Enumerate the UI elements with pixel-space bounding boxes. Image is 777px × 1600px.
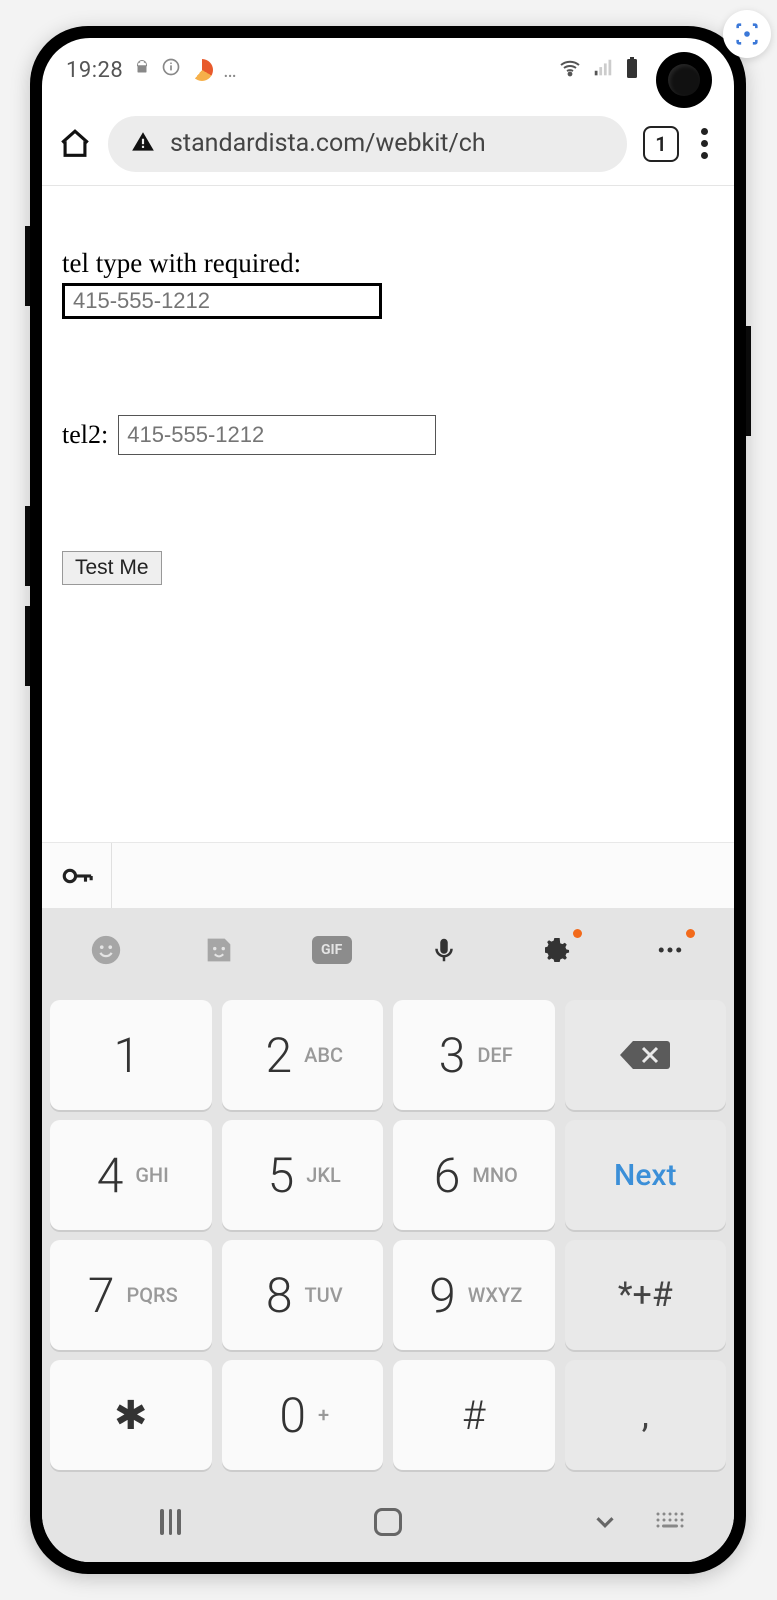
- keyboard-switch-icon[interactable]: [640, 1511, 700, 1533]
- backspace-icon: [617, 1035, 673, 1075]
- key-7[interactable]: 7PQRS: [50, 1240, 212, 1350]
- lens-capture-button[interactable]: [723, 10, 771, 58]
- browser-toolbar: standardista.com/webkit/ch 1: [42, 102, 734, 186]
- key-next[interactable]: Next: [565, 1120, 727, 1230]
- tel2-input[interactable]: [118, 415, 436, 455]
- mic-icon[interactable]: [421, 927, 467, 973]
- sticker-icon[interactable]: [196, 927, 242, 973]
- wifi-icon: [558, 56, 582, 84]
- emoji-icon[interactable]: [83, 927, 129, 973]
- insecure-warning-icon: [130, 129, 156, 159]
- toolbar-more-icon[interactable]: [647, 927, 693, 973]
- url-bar[interactable]: standardista.com/webkit/ch: [108, 116, 627, 172]
- gif-icon[interactable]: GIF: [309, 927, 355, 973]
- clock: 19:28: [66, 58, 123, 83]
- key-8[interactable]: 8TUV: [222, 1240, 384, 1350]
- key-3[interactable]: 3DEF: [393, 1000, 555, 1110]
- numeric-keypad: 1 2ABC 3DEF 4GHI 5JKL 6MNO Next 7PQRS 8T…: [42, 992, 734, 1482]
- nav-back[interactable]: [575, 1507, 635, 1537]
- tel1-input[interactable]: [62, 283, 382, 319]
- tab-switcher[interactable]: 1: [643, 126, 679, 162]
- signal-icon: [592, 57, 614, 83]
- keyboard-toolbar: GIF: [42, 908, 734, 992]
- key-hash[interactable]: #: [393, 1360, 555, 1470]
- nav-home[interactable]: [358, 1508, 418, 1536]
- phone-frame: 19:28 …: [30, 26, 746, 1574]
- gear-icon[interactable]: [534, 927, 580, 973]
- password-key-icon[interactable]: [42, 843, 112, 908]
- key-2[interactable]: 2ABC: [222, 1000, 384, 1110]
- keyboard-suggestion-bar: [42, 842, 734, 908]
- system-nav-bar: [42, 1482, 734, 1562]
- info-icon: [161, 57, 181, 83]
- camera-punch-hole: [656, 52, 712, 108]
- nav-recents[interactable]: [141, 1509, 201, 1535]
- tel2-label: tel2:: [62, 420, 108, 450]
- phone-screen: 19:28 …: [42, 38, 734, 1562]
- key-comma[interactable]: ,: [565, 1360, 727, 1470]
- test-me-button[interactable]: Test Me: [62, 551, 162, 585]
- key-6[interactable]: 6MNO: [393, 1120, 555, 1230]
- key-symbols[interactable]: *+#: [565, 1240, 727, 1350]
- url-text: standardista.com/webkit/ch: [170, 129, 605, 158]
- status-bar: 19:28 …: [42, 38, 734, 102]
- tel1-label: tel type with required:: [62, 248, 714, 279]
- swirl-app-icon: [191, 59, 213, 81]
- battery-icon: [624, 56, 640, 84]
- key-5[interactable]: 5JKL: [222, 1120, 384, 1230]
- home-icon[interactable]: [58, 127, 92, 161]
- page-content[interactable]: tel type with required: tel2: Test Me: [42, 186, 734, 842]
- key-4[interactable]: 4GHI: [50, 1120, 212, 1230]
- key-0[interactable]: 0+: [222, 1360, 384, 1470]
- key-9[interactable]: 9WXYZ: [393, 1240, 555, 1350]
- key-1[interactable]: 1: [50, 1000, 212, 1110]
- android-icon: [133, 58, 151, 83]
- key-backspace[interactable]: [565, 1000, 727, 1110]
- more-notifications-icon: …: [223, 58, 238, 82]
- browser-menu-icon[interactable]: [695, 124, 714, 163]
- key-star[interactable]: ✱: [50, 1360, 212, 1470]
